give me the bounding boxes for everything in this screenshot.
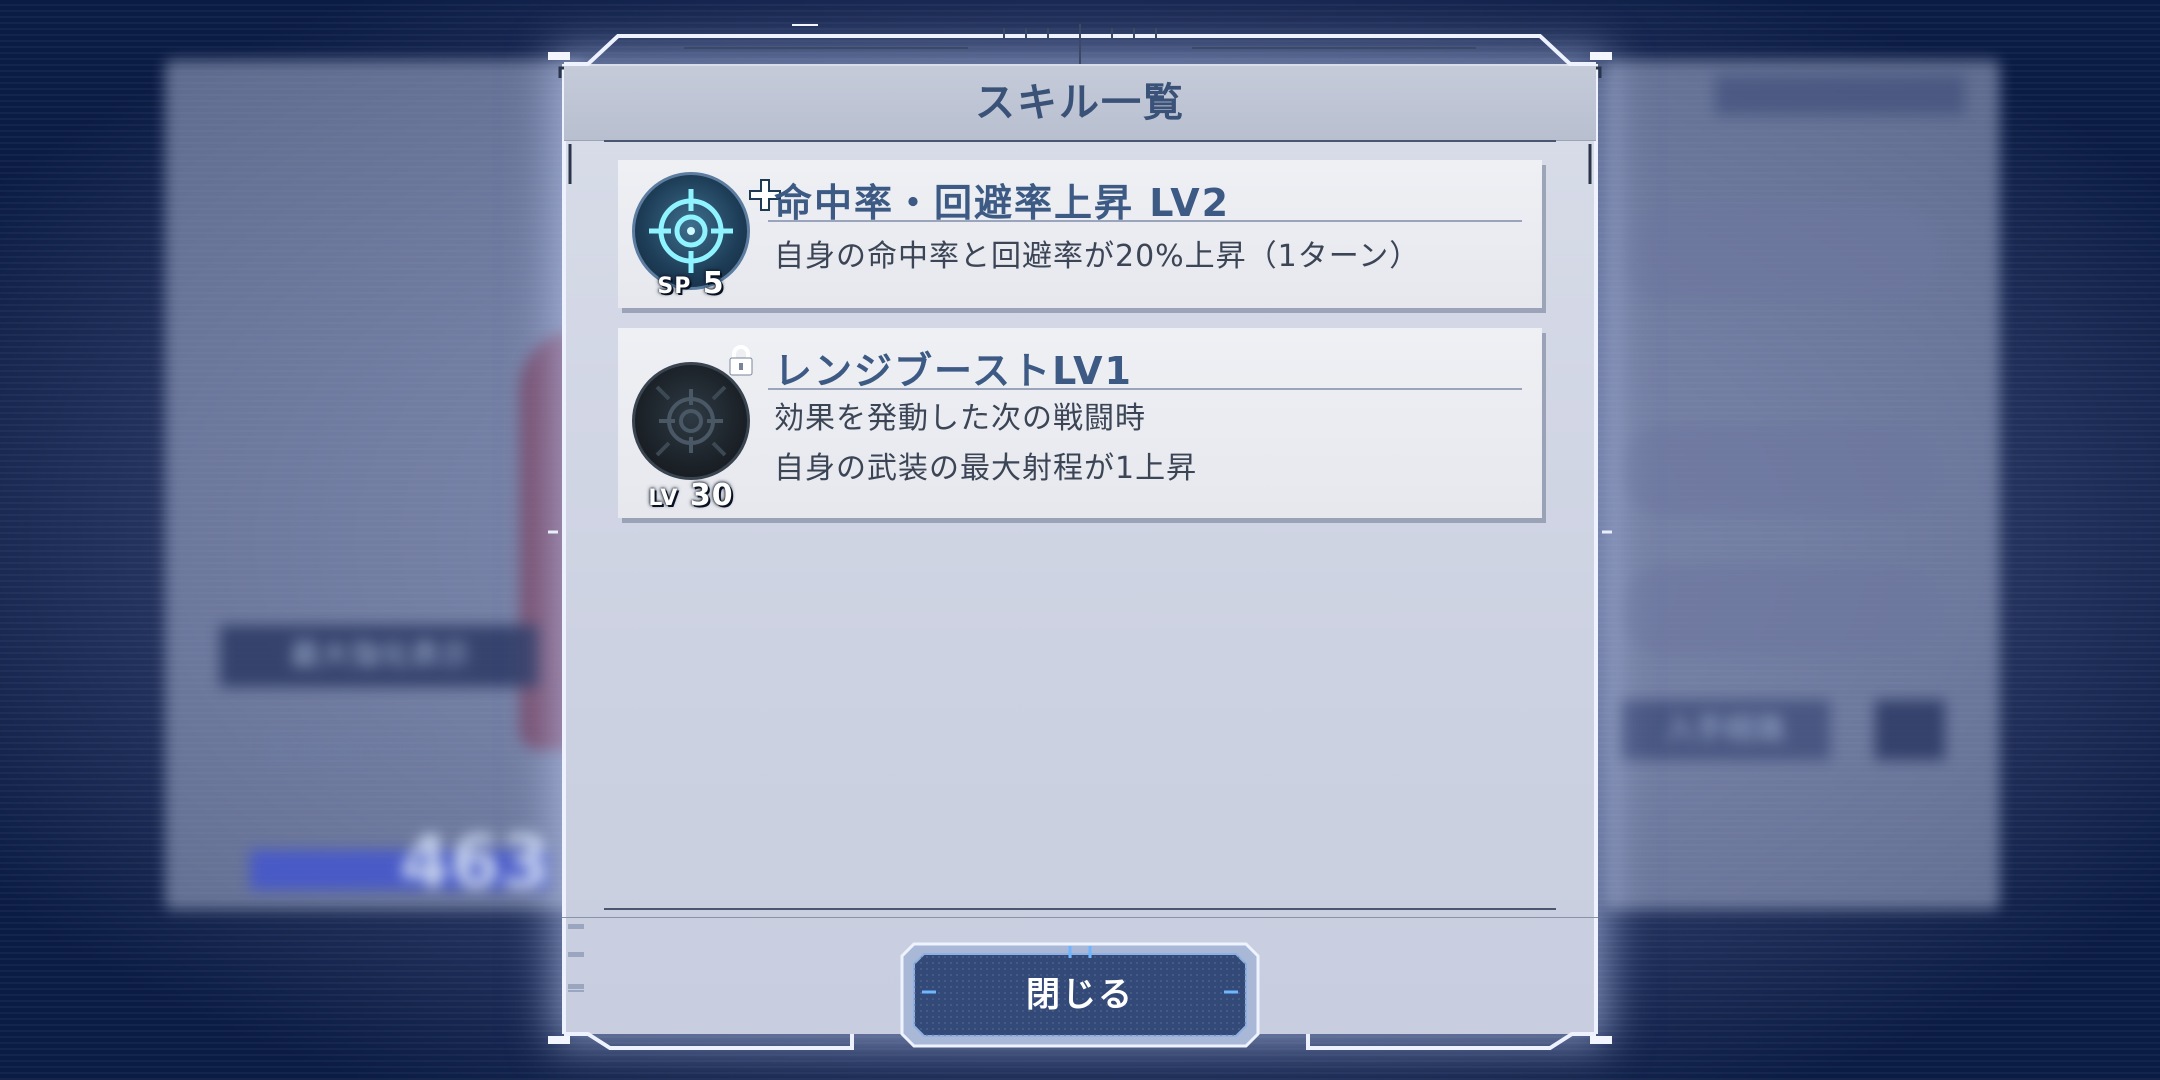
dialog-title: スキル一覧	[975, 80, 1185, 126]
skill-card-locked[interactable]: LV 30 レンジブーストLV1 効果を発動した次の戦闘時 自身の武装の最大射程…	[618, 328, 1542, 518]
footer-divider	[562, 917, 1598, 918]
content-top-divider	[604, 140, 1556, 142]
cost-prefix: LV	[648, 486, 679, 511]
skill-card[interactable]: SP 5 命中率・回避率上昇 LV2 自身の命中率と回避率が20%上昇（1ターン…	[618, 160, 1542, 308]
background-search-pill	[1620, 565, 1940, 655]
crosshair-burst-icon	[632, 362, 750, 480]
background-tab-bar	[1715, 75, 1965, 115]
background-obtain-button: 入手経路	[1620, 700, 1830, 760]
skill-name: レンジブーストLV1	[774, 349, 1133, 393]
lock-icon	[729, 345, 753, 376]
cost-prefix: SP	[657, 274, 692, 299]
sp-cost-label: SP 5	[632, 266, 750, 301]
background-search-pill	[1620, 425, 1940, 515]
skill-name-underline	[768, 388, 1522, 390]
background-counter-pill	[1620, 205, 1940, 300]
unlock-level-label: LV 30	[632, 478, 750, 513]
skill-name-underline	[768, 220, 1522, 222]
skill-description-line: 効果を発動した次の戦闘時	[774, 401, 1146, 436]
cost-value: 30	[689, 478, 734, 513]
background-memo-button	[1875, 700, 1945, 760]
skill-description-line: 自身の武装の最大射程が1上昇	[774, 451, 1198, 486]
skill-list-dialog: スキル一覧 SP 5 命中率・回避率上昇 LV2 自身の命中率と回避率が20%上…	[548, 24, 1612, 1056]
skill-description: 自身の命中率と回避率が20%上昇（1ターン）	[774, 232, 1420, 282]
skill-name: 命中率・回避率上昇 LV2	[774, 181, 1231, 225]
content-bottom-divider	[604, 908, 1556, 910]
skill-description-line: 自身の命中率と回避率が20%上昇（1ターン）	[774, 239, 1421, 274]
close-button[interactable]: 閉じる	[900, 936, 1260, 1054]
close-button-label: 閉じる	[1026, 975, 1134, 1015]
background-max-enhance-button: 最大強化表示	[220, 625, 540, 687]
skill-description: 効果を発動した次の戦闘時 自身の武装の最大射程が1上昇	[774, 394, 1197, 494]
background-character-name: エルビー・	[260, 729, 441, 770]
dialog-title-bar: スキル一覧	[564, 66, 1596, 141]
background-stat-number: 463	[400, 820, 551, 904]
cost-value: 5	[702, 266, 725, 301]
